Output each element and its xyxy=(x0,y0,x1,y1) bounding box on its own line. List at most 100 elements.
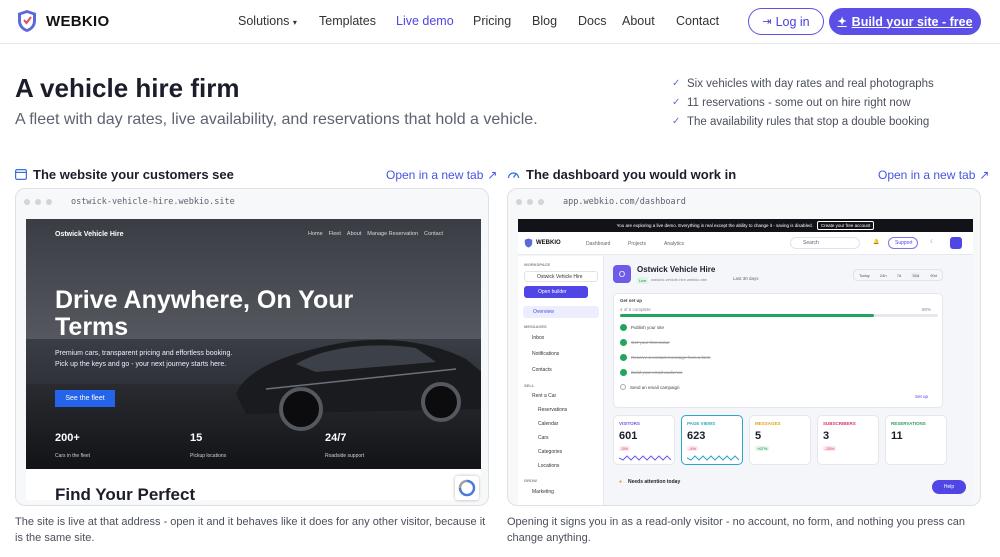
range-90d[interactable]: 90d xyxy=(930,273,937,278)
site-menu-fleet[interactable]: Fleet xyxy=(329,231,341,237)
sidebar-item-marketing[interactable]: Marketing xyxy=(532,489,554,495)
build-site-button[interactable]: ✦ Build your site - free xyxy=(829,8,981,35)
range-30d[interactable]: 30d xyxy=(911,271,921,279)
sidebar-item-reservations[interactable]: Reservations xyxy=(538,407,567,413)
recaptcha-badge[interactable] xyxy=(455,476,479,500)
setup-title: Get set up xyxy=(620,298,643,303)
nav-about[interactable]: About xyxy=(622,14,676,28)
browser-window-icon xyxy=(15,169,27,180)
sidebar-item-overview[interactable]: Overview xyxy=(523,306,599,318)
site-menu: Home Fleet About Manage Reservation Cont… xyxy=(308,231,443,237)
sidebar-item-contacts[interactable]: Contacts xyxy=(532,367,552,373)
nav-solutions[interactable]: Solutions ▾ xyxy=(238,14,319,28)
site-domain[interactable]: ostwick-vehicle-hire.webkio.site xyxy=(651,277,707,282)
kpi-label: PAGE VIEWS xyxy=(687,421,716,426)
period-label: Last 30 days xyxy=(733,276,759,281)
dash-search-input[interactable]: Search xyxy=(790,237,860,249)
feature-text: Six vehicles with day rates and real pho… xyxy=(687,77,934,90)
shield-logo-icon xyxy=(524,238,533,248)
sidebar-item-cars[interactable]: Cars xyxy=(538,435,549,441)
kpi-card[interactable]: PAGE VIEWS 623 -4% xyxy=(681,415,743,465)
user-avatar[interactable] xyxy=(950,237,962,249)
sidebar-item-locations[interactable]: Locations xyxy=(538,463,559,469)
open-builder-button[interactable]: Open builder xyxy=(524,286,588,298)
sidebar-item-inbox[interactable]: Inbox xyxy=(532,335,544,341)
kpi-delta: +67% xyxy=(755,446,770,451)
top-nav: WEBKIO Solutions ▾ Templates Live demo P… xyxy=(0,0,1000,44)
setup-task[interactable]: Build your email audience xyxy=(620,369,683,376)
moon-icon[interactable]: ☾ xyxy=(930,239,934,245)
site-menu-manage[interactable]: Manage Reservation xyxy=(367,231,418,237)
nav-templates[interactable]: Templates xyxy=(319,14,396,28)
kpi-card[interactable]: SUBSCRIBERS 3 -25% xyxy=(817,415,879,465)
range-7d[interactable]: 7d xyxy=(897,273,901,278)
dashboard-preview[interactable]: You are exploring a live demo. Everythin… xyxy=(518,219,973,505)
login-button[interactable]: ⇥ Log in xyxy=(748,8,824,35)
setup-progress-text: 4 of 5 complete xyxy=(620,307,651,312)
nav-live-demo[interactable]: Live demo xyxy=(396,14,473,28)
nav-blog[interactable]: Blog xyxy=(532,14,578,28)
site-menu-about[interactable]: About xyxy=(347,231,361,237)
dash-search-placeholder: Search xyxy=(803,240,819,246)
help-button[interactable]: Help xyxy=(932,480,966,494)
kpi-card[interactable]: VISITORS 601 -5% xyxy=(613,415,675,465)
kpi-card[interactable]: MESSAGES 5 +67% xyxy=(749,415,811,465)
setup-task[interactable]: Publish your site xyxy=(620,324,664,331)
check-circle-icon xyxy=(620,324,627,331)
website-preview[interactable]: Ostwick Vehicle Hire Home Fleet About Ma… xyxy=(26,219,481,500)
dash-tab-dashboard[interactable]: Dashboard xyxy=(586,241,610,247)
live-badge: Live xyxy=(637,277,649,284)
workspace-selector[interactable]: Ostwick Vehicle Hire xyxy=(524,271,598,282)
set-up-link[interactable]: Set up xyxy=(915,394,928,399)
site-stat: 200+ Cars in the fleet xyxy=(55,432,90,462)
setup-task[interactable]: Send an email campaign xyxy=(620,384,680,390)
sidebar-item-categories[interactable]: Categories xyxy=(538,449,562,455)
bell-icon[interactable]: 🔔 xyxy=(873,239,879,245)
shield-logo-icon xyxy=(18,10,36,32)
sidebar-heading: GROW xyxy=(524,478,537,483)
nav-docs[interactable]: Docs xyxy=(578,14,622,28)
nav-pricing[interactable]: Pricing xyxy=(473,14,532,28)
logo[interactable]: WEBKIO xyxy=(16,9,109,33)
sidebar-item-calendar[interactable]: Calendar xyxy=(538,421,558,427)
sidebar-item-rent[interactable]: Rent a Car xyxy=(532,393,556,399)
stat-label: Roadside support xyxy=(325,453,365,459)
dash-support-button[interactable]: Support xyxy=(888,237,918,249)
dash-support-label: Support xyxy=(895,240,913,246)
demo-banner-text: You are exploring a live demo. Everythin… xyxy=(616,223,813,228)
dash-tab-analytics[interactable]: Analytics xyxy=(664,241,684,247)
dashboard-site-title: Ostwick Vehicle Hire xyxy=(637,265,716,274)
attention-heading: Needs attention today xyxy=(628,479,681,485)
site-brand[interactable]: Ostwick Vehicle Hire xyxy=(55,231,123,238)
check-circle-icon xyxy=(620,369,627,376)
range-24h[interactable]: 24h xyxy=(880,273,887,278)
website-url: ostwick-vehicle-hire.webkio.site xyxy=(71,196,235,207)
site-hero: Ostwick Vehicle Hire Home Fleet About Ma… xyxy=(26,219,481,469)
open-website-link[interactable]: Open in a new tab ↗ xyxy=(386,168,497,182)
setup-task[interactable]: Receive a contact message from a form xyxy=(620,354,711,361)
dash-tab-projects[interactable]: Projects xyxy=(628,241,646,247)
feature-text: The availability rules that stop a doubl… xyxy=(687,115,930,128)
nav-contact[interactable]: Contact xyxy=(676,14,719,28)
kpi-label: VISITORS xyxy=(619,421,640,426)
create-account-button[interactable]: Create your free account xyxy=(816,221,875,230)
site-menu-home[interactable]: Home xyxy=(308,231,323,237)
check-icon: ✓ xyxy=(672,97,681,108)
see-fleet-button[interactable]: See the fleet xyxy=(55,390,115,407)
gauge-icon xyxy=(507,172,520,179)
demo-banner: You are exploring a live demo. Everythin… xyxy=(518,219,973,232)
kpi-card[interactable]: RESERVATIONS 11 xyxy=(885,415,947,465)
help-label: Help xyxy=(943,484,955,490)
login-icon: ⇥ xyxy=(762,16,772,28)
setup-task[interactable]: Get your first visitor xyxy=(620,339,670,346)
sidebar-item-notifications[interactable]: Notifications xyxy=(532,351,559,357)
setup-card: Get set up 4 of 5 complete 80% Publish y… xyxy=(613,293,943,408)
site-menu-contact[interactable]: Contact xyxy=(424,231,443,237)
range-today[interactable]: Today xyxy=(859,273,870,278)
setup-task-label: Publish your site xyxy=(631,325,665,330)
open-dashboard-link[interactable]: Open in a new tab ↗ xyxy=(878,168,989,182)
website-preview-frame: ostwick-vehicle-hire.webkio.site Ostwick… xyxy=(15,188,489,506)
dashboard-url: app.webkio.com/dashboard xyxy=(563,196,686,207)
stat-label: Cars in the fleet xyxy=(55,453,91,459)
open-website-label: Open in a new tab xyxy=(386,168,484,182)
